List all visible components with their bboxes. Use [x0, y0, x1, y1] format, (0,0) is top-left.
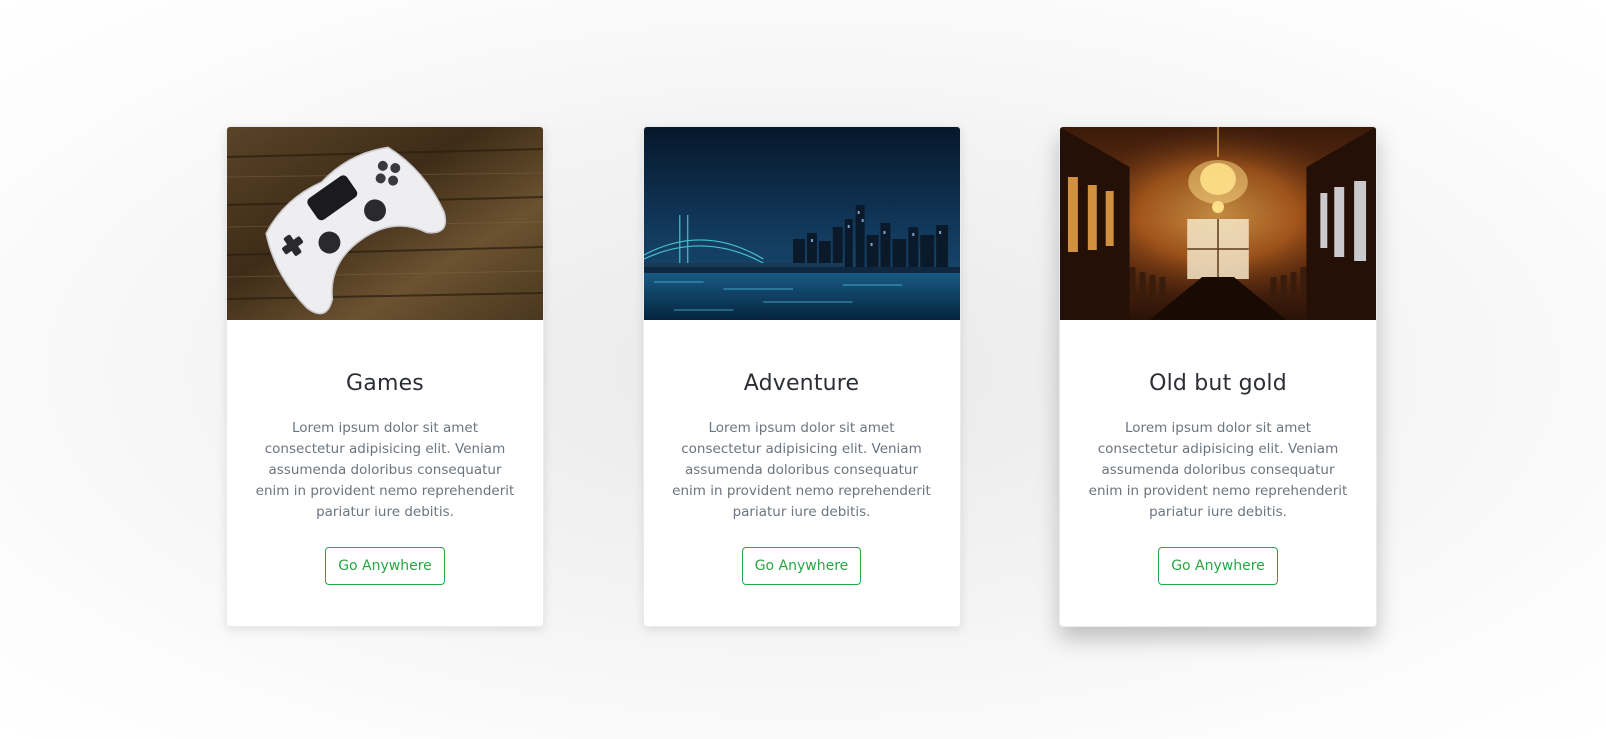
card-old-but-gold: Old but gold Lorem ipsum dolor sit amet …: [1059, 126, 1377, 627]
card-title: Adventure: [743, 371, 860, 396]
go-anywhere-button[interactable]: Go Anywhere: [325, 547, 445, 585]
card-title: Old but gold: [1149, 371, 1287, 396]
card-games: Games Lorem ipsum dolor sit amet consect…: [226, 126, 544, 627]
card-text: Lorem ipsum dolor sit amet consectetur a…: [255, 420, 515, 520]
card-adventure: Adventure Lorem ipsum dolor sit amet con…: [642, 126, 961, 627]
card-text: Lorem ipsum dolor sit amet consectetur a…: [672, 420, 931, 520]
chandelier-hall-photo-icon: [1060, 127, 1376, 320]
card-body: Adventure Lorem ipsum dolor sit amet con…: [644, 320, 960, 626]
go-anywhere-button[interactable]: Go Anywhere: [741, 547, 862, 585]
card-text: Lorem ipsum dolor sit amet consectetur a…: [1088, 420, 1348, 520]
card-title: Games: [346, 371, 424, 396]
city-night-bridge-photo-icon: [643, 127, 960, 320]
game-controller-image: [227, 127, 543, 320]
card-body: Games Lorem ipsum dolor sit amet consect…: [227, 320, 543, 626]
chandelier-hall-image: [1060, 127, 1376, 320]
card-row: Games Lorem ipsum dolor sit amet consect…: [226, 126, 1377, 627]
card-body: Old but gold Lorem ipsum dolor sit amet …: [1060, 320, 1376, 626]
go-anywhere-button[interactable]: Go Anywhere: [1158, 547, 1278, 585]
game-controller-photo-icon: [227, 127, 543, 320]
city-night-image: [643, 127, 960, 320]
